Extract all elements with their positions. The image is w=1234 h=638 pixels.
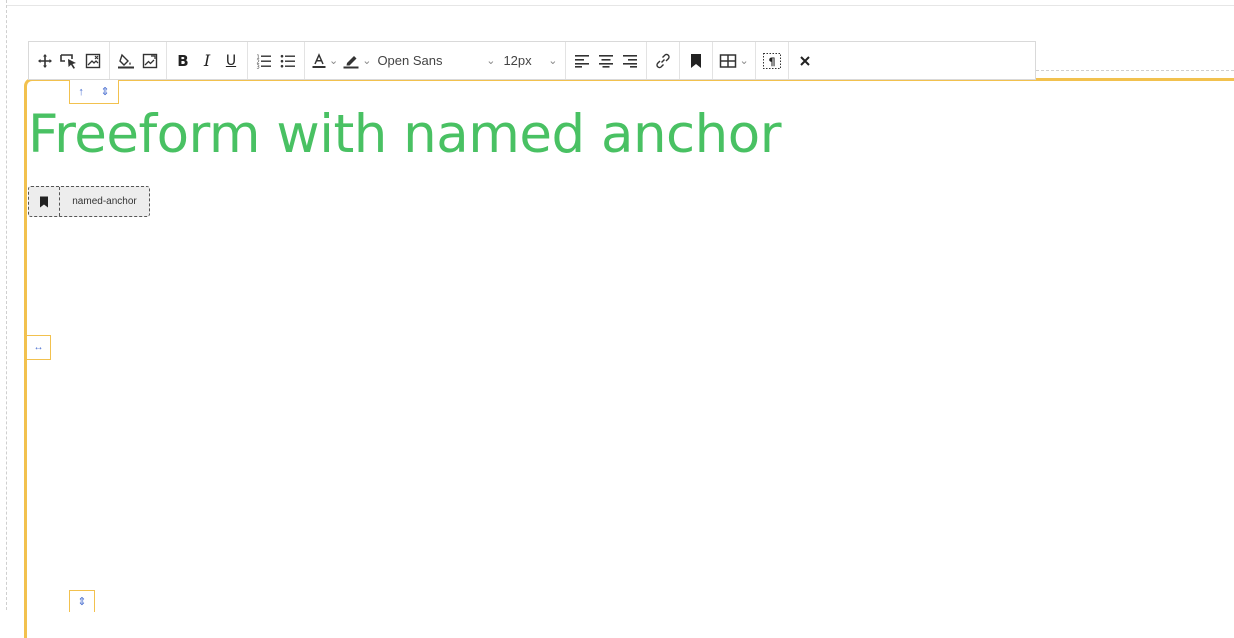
background-image-button[interactable] <box>138 48 162 74</box>
resize-vertical-icon[interactable]: ⇕ <box>100 85 109 98</box>
fill-icon <box>118 53 134 68</box>
underline-button[interactable]: U <box>219 48 243 74</box>
close-icon <box>799 55 810 66</box>
font-size-select[interactable]: 12px ⌄ <box>499 53 561 68</box>
fill-button[interactable] <box>114 48 138 74</box>
chevron-down-icon: ⌄ <box>329 55 339 67</box>
text-color-button[interactable]: ⌄ <box>309 48 340 74</box>
page-top-guide <box>6 5 1234 6</box>
toolbar-group-marks: ¶ <box>756 42 789 79</box>
toolbar-group-anchor <box>680 42 714 79</box>
text-color-icon <box>312 52 326 68</box>
align-left-button[interactable] <box>570 48 594 74</box>
chevron-down-icon: ⌄ <box>739 55 749 67</box>
ordered-list-button[interactable]: 123 <box>252 48 276 74</box>
chevron-down-icon: ⌄ <box>486 55 496 67</box>
resize-vertical-icon: ⇕ <box>77 596 87 608</box>
image-icon <box>85 53 101 68</box>
svg-text:¶: ¶ <box>768 55 775 68</box>
highlight-icon <box>343 55 359 68</box>
table-icon <box>720 53 737 68</box>
paragraph-marks-button[interactable]: ¶ <box>760 48 784 74</box>
image-button[interactable] <box>81 48 105 74</box>
resize-horizontal-icon: ↔ <box>33 342 44 353</box>
toolbar-group-table: ⌄ <box>713 42 756 79</box>
side-resize-handle[interactable]: ↔ <box>26 335 51 360</box>
table-button[interactable]: ⌄ <box>717 48 750 74</box>
toolbar-group-background <box>110 42 167 79</box>
ordered-list-icon: 123 <box>257 54 271 69</box>
close-button[interactable] <box>793 48 817 74</box>
font-family-select[interactable]: Open Sans ⌄ <box>373 53 499 68</box>
anchor-icon-wrap <box>29 187 60 216</box>
svg-text:3: 3 <box>257 64 260 69</box>
toolbar-group-typography: ⌄ ⌄ Open Sans ⌄ 12px ⌄ <box>305 42 567 79</box>
link-icon <box>656 53 671 68</box>
bookmark-button[interactable] <box>684 48 708 74</box>
editor-toolbar: B I U 123 ⌄ ⌄ Open Sans ⌄ 12px ⌄ ⌄ ¶ <box>28 41 1036 80</box>
bookmark-icon <box>691 53 702 68</box>
chevron-down-icon: ⌄ <box>548 55 558 67</box>
toolbar-group-layout <box>29 42 110 79</box>
align-right-icon <box>623 54 638 68</box>
font-family-value: Open Sans <box>377 53 443 68</box>
bold-button[interactable]: B <box>171 48 195 74</box>
page-left-guide <box>6 0 7 610</box>
horizontal-guide <box>1036 70 1234 71</box>
link-button[interactable] <box>651 48 675 74</box>
toolbar-group-link <box>647 42 681 79</box>
align-right-button[interactable] <box>618 48 642 74</box>
font-size-value: 12px <box>503 53 532 68</box>
page-heading[interactable]: Freeform with named anchor <box>28 104 782 165</box>
bottom-resize-handle[interactable]: ⇕ <box>69 590 95 612</box>
move-button[interactable] <box>33 48 57 74</box>
toolbar-group-close <box>789 42 821 79</box>
arrow-up-icon[interactable]: ↑ <box>78 86 84 98</box>
unordered-list-icon <box>280 54 295 67</box>
highlight-color-button[interactable]: ⌄ <box>340 48 373 74</box>
toolbar-group-lists: 123 <box>248 42 305 79</box>
chevron-down-icon: ⌄ <box>362 55 372 67</box>
unordered-list-button[interactable] <box>276 48 300 74</box>
select-button[interactable] <box>57 48 81 74</box>
bookmark-icon <box>40 196 48 207</box>
align-left-icon <box>575 54 590 68</box>
toolbar-group-align <box>566 42 648 79</box>
align-center-icon <box>599 54 614 68</box>
block-move-handle[interactable]: ↑ ⇕ <box>69 80 119 104</box>
paragraph-marks-icon: ¶ <box>762 52 781 69</box>
select-icon <box>60 53 76 69</box>
toolbar-group-format: B I U <box>167 42 248 79</box>
anchor-name-label: named-anchor <box>72 196 137 207</box>
move-icon <box>38 53 52 68</box>
italic-button[interactable]: I <box>195 48 219 74</box>
named-anchor-chip[interactable]: named-anchor <box>28 186 150 217</box>
align-center-button[interactable] <box>594 48 618 74</box>
image-edit-icon <box>142 53 158 68</box>
